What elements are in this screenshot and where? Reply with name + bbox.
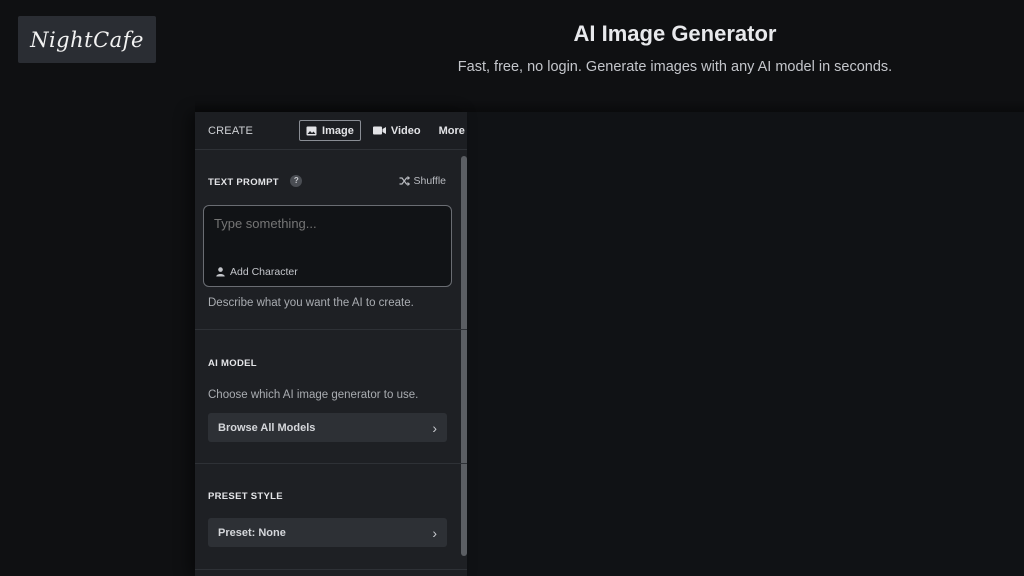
- panel-header: CREATE Image Video More: [195, 112, 467, 150]
- page-header: AI Image Generator Fast, free, no login.…: [325, 20, 1024, 76]
- image-preview-area: [467, 112, 1024, 576]
- tab-video[interactable]: Video: [367, 120, 427, 141]
- preset-style-section: PRESET STYLE Preset: None ›: [195, 464, 467, 570]
- prompt-helper-text: Describe what you want the AI to create.: [208, 297, 414, 309]
- image-icon: [306, 126, 317, 135]
- shuffle-label: Shuffle: [413, 175, 447, 187]
- tab-image[interactable]: Image: [299, 120, 361, 141]
- add-character-button[interactable]: Add Character: [216, 266, 298, 278]
- nightcafe-logo[interactable]: NightCafe: [18, 16, 156, 63]
- preset-style-label: Preset: None: [218, 526, 286, 539]
- browse-models-label: Browse All Models: [218, 421, 316, 434]
- preset-style-button[interactable]: Preset: None ›: [208, 518, 447, 547]
- text-prompt-section: TEXT PROMPT ? Shuffle Add Ch: [195, 150, 467, 330]
- prompt-input[interactable]: [214, 216, 439, 231]
- shuffle-button[interactable]: Shuffle: [399, 175, 447, 187]
- person-icon: [216, 267, 225, 277]
- tab-more-label: More: [438, 124, 465, 137]
- logo-text: NightCafe: [30, 27, 144, 52]
- create-panel: CREATE Image Video More TEXT PROMPT ? Sh…: [195, 112, 467, 576]
- page-title: AI Image Generator: [573, 21, 777, 46]
- tab-video-label: Video: [390, 124, 421, 137]
- prompt-box: Add Character: [203, 205, 452, 287]
- chevron-right-icon: ›: [432, 524, 437, 541]
- help-icon[interactable]: ?: [290, 174, 303, 187]
- create-label: CREATE: [208, 124, 254, 137]
- ai-model-section: AI MODEL Choose which AI image generator…: [195, 330, 467, 464]
- ai-model-description: Choose which AI image generator to use.: [208, 389, 419, 401]
- video-icon: [372, 126, 386, 135]
- page-subtitle: Fast, free, no login. Generate images wi…: [457, 59, 893, 75]
- ai-model-title: AI MODEL: [208, 358, 257, 369]
- browse-models-button[interactable]: Browse All Models ›: [208, 413, 447, 442]
- chevron-right-icon: ›: [432, 419, 437, 436]
- tab-image-label: Image: [322, 124, 354, 137]
- text-prompt-title: TEXT PROMPT: [208, 177, 279, 188]
- add-character-label: Add Character: [230, 266, 298, 278]
- tab-more[interactable]: More: [433, 120, 467, 141]
- preset-style-title: PRESET STYLE: [208, 491, 283, 502]
- header-divider: [195, 100, 1024, 112]
- shuffle-icon: [399, 176, 410, 186]
